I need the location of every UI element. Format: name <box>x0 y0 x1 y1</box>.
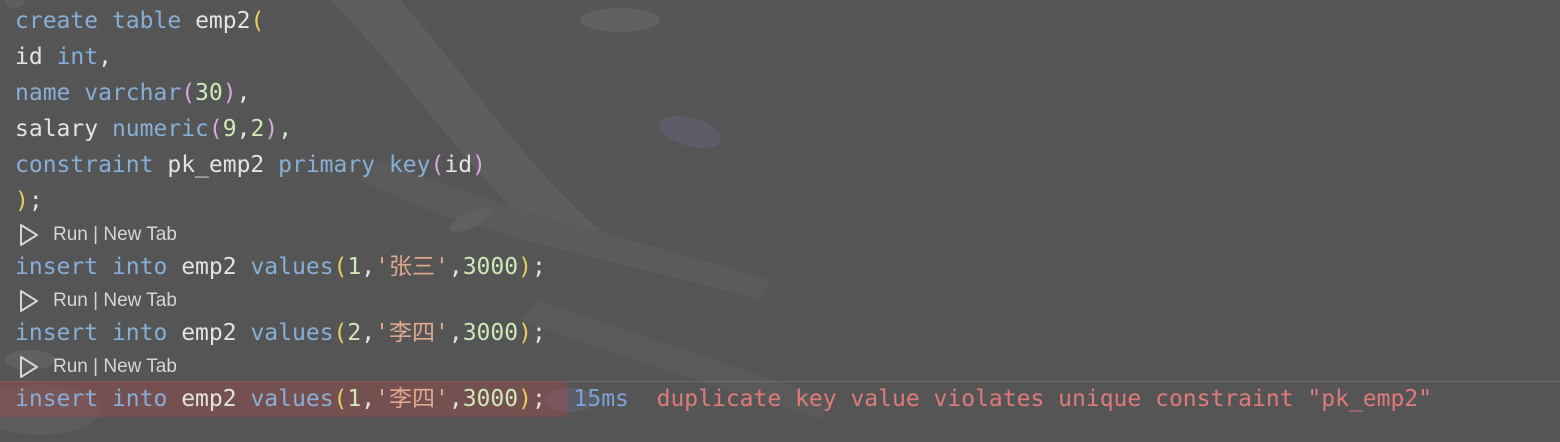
code-line-1[interactable]: create table emp2( <box>15 3 264 39</box>
string-literal: '李四' <box>375 386 449 412</box>
number: 2 <box>250 116 265 142</box>
code-line-insert-3[interactable]: insert into emp2 values(1,'李四',3000); 15… <box>15 381 1432 417</box>
run-link[interactable]: Run <box>53 287 88 315</box>
code-line-5[interactable]: constraint pk_emp2 primary key(id) <box>15 147 486 183</box>
play-icon[interactable] <box>17 222 41 248</box>
paren: ) <box>222 80 237 106</box>
run-link[interactable]: Run <box>53 221 88 249</box>
codelens-insert-2: Run | New Tab <box>17 287 177 315</box>
comma: , <box>278 116 293 142</box>
keyword: constraint <box>15 152 154 178</box>
identifier: id <box>444 152 473 178</box>
code-line-insert-1[interactable]: insert into emp2 values(1,'张三',3000); <box>15 249 546 285</box>
type-keyword: numeric <box>111 116 209 142</box>
keyword: name <box>15 80 71 106</box>
code-line-insert-2[interactable]: insert into emp2 values(2,'李四',3000); <box>15 315 546 351</box>
paren: ( <box>250 8 265 34</box>
semicolon: ; <box>28 188 43 214</box>
keyword: values <box>250 386 334 412</box>
number: 9 <box>222 116 237 142</box>
string-literal: '李四' <box>375 320 449 346</box>
keyword: into <box>111 320 168 346</box>
number: 3000 <box>462 386 519 412</box>
comma: , <box>361 254 376 280</box>
identifier: salary <box>15 116 99 142</box>
keyword: into <box>111 254 168 280</box>
semicolon: ; <box>531 386 546 412</box>
comma: , <box>448 254 463 280</box>
string-literal: '张三' <box>375 254 449 280</box>
keyword: primary <box>278 152 376 178</box>
run-link[interactable]: Run <box>53 353 88 381</box>
code-line-3[interactable]: name varchar(30), <box>15 75 250 111</box>
paren: ) <box>15 188 29 214</box>
type-keyword: int <box>56 44 99 70</box>
number: 3000 <box>462 320 519 346</box>
number: 1 <box>347 254 362 280</box>
number: 2 <box>347 320 362 346</box>
type-keyword: varchar <box>84 80 182 106</box>
error-message: duplicate key value violates unique cons… <box>656 386 1433 412</box>
comma: , <box>361 320 376 346</box>
number: 1 <box>347 386 362 412</box>
number: 3000 <box>462 254 519 280</box>
paren: ( <box>333 254 348 280</box>
identifier: emp2 <box>181 254 237 280</box>
identifier: pk_emp2 <box>167 152 265 178</box>
keyword: insert <box>15 320 99 346</box>
comma: , <box>236 116 251 142</box>
keyword: into <box>111 386 168 412</box>
codelens-separator: | <box>87 290 104 311</box>
codelens-separator: | <box>87 224 104 245</box>
code-line-4[interactable]: salary numeric(9,2), <box>15 111 292 147</box>
identifier: id <box>15 44 43 70</box>
identifier: emp2 <box>195 8 251 34</box>
keyword: insert <box>15 254 99 280</box>
number: 30 <box>195 80 223 106</box>
paren: ) <box>518 254 532 280</box>
keyword: create <box>15 8 99 34</box>
paren: ) <box>518 320 532 346</box>
comma: , <box>98 44 112 70</box>
paren: ( <box>430 152 445 178</box>
comma: , <box>361 386 376 412</box>
identifier: emp2 <box>181 320 237 346</box>
play-icon[interactable] <box>17 288 41 314</box>
code-line-2[interactable]: id int, <box>15 39 112 75</box>
paren: ) <box>518 386 532 412</box>
comma: , <box>448 320 463 346</box>
keyword: key <box>388 152 431 178</box>
execution-time: 15ms <box>573 386 629 412</box>
new-tab-link[interactable]: New Tab <box>103 287 177 315</box>
paren: ) <box>264 116 279 142</box>
new-tab-link[interactable]: New Tab <box>103 221 177 249</box>
code-line-6[interactable]: ); <box>15 183 43 219</box>
paren: ) <box>472 152 486 178</box>
play-icon[interactable] <box>17 354 41 380</box>
comma: , <box>448 386 463 412</box>
paren: ( <box>333 386 348 412</box>
paren: ( <box>333 320 348 346</box>
keyword: insert <box>15 386 99 412</box>
codelens-separator: | <box>87 356 104 377</box>
codelens-insert-3: Run | New Tab <box>17 353 177 381</box>
background-decoration <box>0 0 830 435</box>
paren: ( <box>208 116 223 142</box>
new-tab-link[interactable]: New Tab <box>103 353 177 381</box>
keyword: values <box>250 254 334 280</box>
comma: , <box>236 80 251 106</box>
paren: ( <box>181 80 196 106</box>
keyword: table <box>111 8 182 34</box>
semicolon: ; <box>531 254 546 280</box>
keyword: values <box>250 320 334 346</box>
codelens-insert-1: Run | New Tab <box>17 221 177 249</box>
identifier: emp2 <box>181 386 237 412</box>
semicolon: ; <box>531 320 546 346</box>
